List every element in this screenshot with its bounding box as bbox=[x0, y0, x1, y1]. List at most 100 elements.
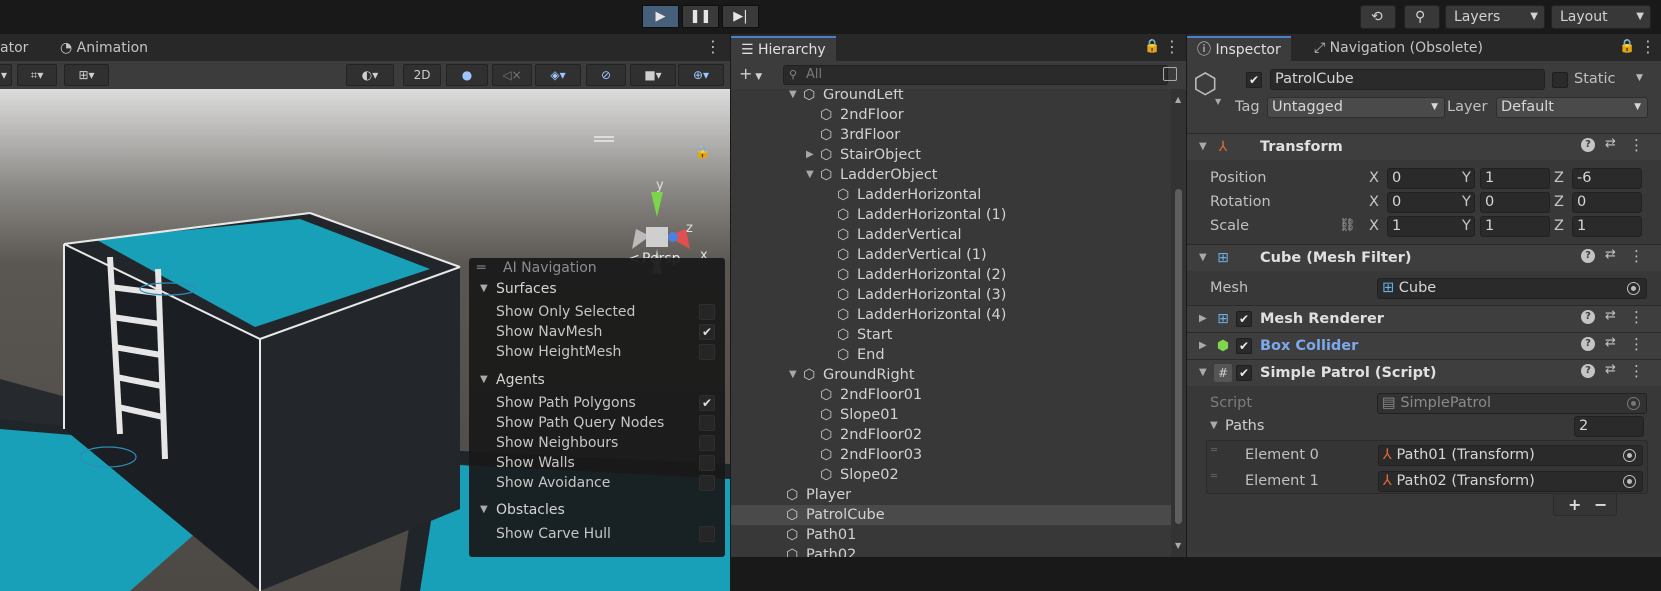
hierarchy-item[interactable]: ▼ ⬡ LadderObject bbox=[731, 165, 1171, 185]
toggle-show-path-polygons[interactable]: Show Path Polygons ✔ bbox=[469, 393, 725, 413]
2d-toggle[interactable]: 2D bbox=[403, 64, 441, 86]
drag-handle-icon[interactable]: ═ bbox=[1211, 471, 1217, 482]
camera-button[interactable]: ■▾ bbox=[630, 64, 676, 86]
checkbox[interactable] bbox=[699, 415, 715, 431]
mesh-field[interactable]: ⊞ Cube bbox=[1377, 278, 1647, 299]
tag-dropdown[interactable]: Untagged ▼ bbox=[1267, 97, 1445, 118]
section-obstacles[interactable]: ▼ Obstacles bbox=[469, 500, 725, 520]
rotation-z-field[interactable]: 0 bbox=[1572, 192, 1642, 213]
chevron-down-icon[interactable]: ▼ bbox=[1215, 97, 1221, 106]
hierarchy-item[interactable]: ⬡ LadderHorizontal bbox=[731, 185, 1171, 205]
hierarchy-search[interactable]: ⚲ All bbox=[783, 65, 1168, 85]
hierarchy-item[interactable]: ⬡ Path02 bbox=[731, 545, 1171, 557]
visibility-toggle[interactable]: ⊘ bbox=[586, 64, 626, 86]
toggle-show-avoidance[interactable]: Show Avoidance bbox=[469, 473, 725, 493]
effects-button[interactable]: ◈▾ bbox=[535, 64, 581, 86]
help-icon[interactable]: ? bbox=[1581, 138, 1595, 152]
checkbox[interactable] bbox=[699, 304, 715, 320]
checkbox[interactable] bbox=[699, 435, 715, 451]
hierarchy-item[interactable]: ⬡ Slope01 bbox=[731, 405, 1171, 425]
presets-icon[interactable]: ⇄ bbox=[1605, 308, 1616, 323]
paths-size-field[interactable]: 2 bbox=[1574, 416, 1644, 437]
more-icon[interactable]: ⋮ bbox=[1629, 362, 1644, 380]
hierarchy-item[interactable]: ⬡ LadderHorizontal (4) bbox=[731, 305, 1171, 325]
checkbox[interactable] bbox=[699, 344, 715, 360]
presets-icon[interactable]: ⇄ bbox=[1605, 335, 1616, 350]
chevron-down-icon[interactable]: ▼ bbox=[1210, 416, 1218, 436]
scale-z-field[interactable]: 1 bbox=[1572, 216, 1642, 237]
static-checkbox[interactable] bbox=[1552, 72, 1568, 88]
tab-animator[interactable]: ator bbox=[0, 36, 38, 61]
hierarchy-item[interactable]: ⬡ LadderHorizontal (1) bbox=[731, 205, 1171, 225]
checkbox[interactable] bbox=[699, 526, 715, 542]
play-button[interactable]: ▶ bbox=[642, 5, 679, 28]
drag-handle-icon[interactable]: ═ bbox=[477, 258, 485, 278]
layers-dropdown[interactable]: Layers ▼ bbox=[1445, 5, 1545, 29]
checkbox-checked[interactable]: ✔ bbox=[699, 324, 715, 340]
lighting-toggle[interactable]: ● bbox=[446, 64, 488, 86]
increment-snap-button[interactable]: ⊞▾ bbox=[64, 64, 109, 86]
grid-snap-button[interactable]: ⌗▾ bbox=[17, 64, 57, 86]
checkbox-checked[interactable]: ✔ bbox=[699, 395, 715, 411]
more-icon[interactable]: ⋮ bbox=[1164, 36, 1180, 58]
more-icon[interactable]: ⋮ bbox=[1629, 308, 1644, 326]
scale-y-field[interactable]: 1 bbox=[1480, 216, 1550, 237]
section-agents[interactable]: ▼ Agents bbox=[469, 370, 725, 390]
presets-icon[interactable]: ⇄ bbox=[1605, 362, 1616, 377]
add-element-button[interactable]: + bbox=[1568, 495, 1581, 514]
tab-inspector[interactable]: ⓘ Inspector bbox=[1187, 36, 1291, 61]
toggle-show-heightmesh[interactable]: Show HeightMesh bbox=[469, 342, 725, 362]
add-button[interactable]: + ▼ bbox=[739, 64, 762, 87]
object-picker-icon[interactable] bbox=[1623, 449, 1636, 462]
toggle-show-path-query-nodes[interactable]: Show Path Query Nodes bbox=[469, 413, 725, 433]
tab-hierarchy[interactable]: ☰ Hierarchy bbox=[731, 36, 836, 61]
lock-icon[interactable]: 🔒 bbox=[1144, 36, 1160, 58]
more-icon[interactable]: ⋮ bbox=[1640, 36, 1656, 58]
active-checkbox[interactable]: ✔ bbox=[1246, 72, 1262, 88]
help-icon[interactable]: ? bbox=[1581, 310, 1595, 324]
drag-handle-icon[interactable]: ═ bbox=[1211, 445, 1217, 456]
toggle-show-carve-hull[interactable]: Show Carve Hull bbox=[469, 524, 725, 544]
hierarchy-scrollbar[interactable]: ▲ ▼ bbox=[1171, 89, 1186, 557]
presets-icon[interactable]: ⇄ bbox=[1605, 136, 1616, 151]
checkbox[interactable] bbox=[699, 455, 715, 471]
more-icon[interactable]: ⋮ bbox=[1629, 247, 1644, 265]
scrollbar-thumb[interactable] bbox=[1175, 189, 1182, 524]
scene-visibility-icon[interactable] bbox=[1163, 67, 1177, 81]
chevron-down-icon[interactable]: ▼ bbox=[1636, 73, 1643, 83]
hierarchy-item[interactable]: ▼ ⬡ GroundRight bbox=[731, 365, 1171, 385]
search-button[interactable]: ⚲ bbox=[1404, 5, 1440, 29]
tool-button[interactable]: ▾ bbox=[0, 64, 12, 86]
draw-mode-button[interactable]: ◐▾ bbox=[346, 64, 394, 86]
hierarchy-item[interactable]: ▼ ⬡ GroundLeft bbox=[731, 89, 1171, 105]
hierarchy-item[interactable]: ⬡ Start bbox=[731, 325, 1171, 345]
hierarchy-item[interactable]: ⬡ PatrolCube bbox=[731, 505, 1171, 525]
more-icon[interactable]: ⋮ bbox=[705, 36, 721, 58]
hierarchy-item[interactable]: ⬡ LadderHorizontal (3) bbox=[731, 285, 1171, 305]
hierarchy-item[interactable]: ⬡ LadderHorizontal (2) bbox=[731, 265, 1171, 285]
step-button[interactable]: ▶| bbox=[722, 5, 759, 28]
simple-patrol-header[interactable]: ▼ # ✔ Simple Patrol (Script) ? ⇄ ⋮ bbox=[1187, 359, 1661, 386]
help-icon[interactable]: ? bbox=[1581, 337, 1595, 351]
hierarchy-item[interactable]: ▶ ⬡ StairObject bbox=[731, 145, 1171, 165]
hierarchy-item[interactable]: ⬡ 3rdFloor bbox=[731, 125, 1171, 145]
help-icon[interactable]: ? bbox=[1581, 249, 1595, 263]
hierarchy-item[interactable]: ⬡ 2ndFloor bbox=[731, 105, 1171, 125]
hierarchy-item[interactable]: ⬡ 2ndFloor01 bbox=[731, 385, 1171, 405]
section-surfaces[interactable]: ▼ Surfaces bbox=[469, 279, 725, 299]
hierarchy-item[interactable]: ⬡ Path01 bbox=[731, 525, 1171, 545]
enabled-checkbox[interactable]: ✔ bbox=[1236, 311, 1252, 327]
mesh-filter-header[interactable]: ▼ ⊞ Cube (Mesh Filter) ? ⇄ ⋮ bbox=[1187, 244, 1661, 271]
toggle-show-neighbours[interactable]: Show Neighbours bbox=[469, 433, 725, 453]
more-icon[interactable]: ⋮ bbox=[1629, 335, 1644, 353]
hierarchy-item[interactable]: ⬡ 2ndFloor02 bbox=[731, 425, 1171, 445]
hierarchy-item[interactable]: ⬡ Player bbox=[731, 485, 1171, 505]
enabled-checkbox[interactable]: ✔ bbox=[1236, 365, 1252, 381]
box-collider-header[interactable]: ▶ ⬢ ✔ Box Collider ? ⇄ ⋮ bbox=[1187, 332, 1661, 359]
more-icon[interactable]: ⋮ bbox=[1629, 136, 1644, 154]
mesh-renderer-header[interactable]: ▶ ⊞ ✔ Mesh Renderer ? ⇄ ⋮ bbox=[1187, 305, 1661, 332]
rotation-y-field[interactable]: 0 bbox=[1480, 192, 1550, 213]
audio-toggle[interactable]: ◁× bbox=[492, 64, 532, 86]
layout-dropdown[interactable]: Layout ▼ bbox=[1551, 5, 1651, 29]
chevron-right-icon[interactable]: ▶ bbox=[806, 145, 814, 165]
